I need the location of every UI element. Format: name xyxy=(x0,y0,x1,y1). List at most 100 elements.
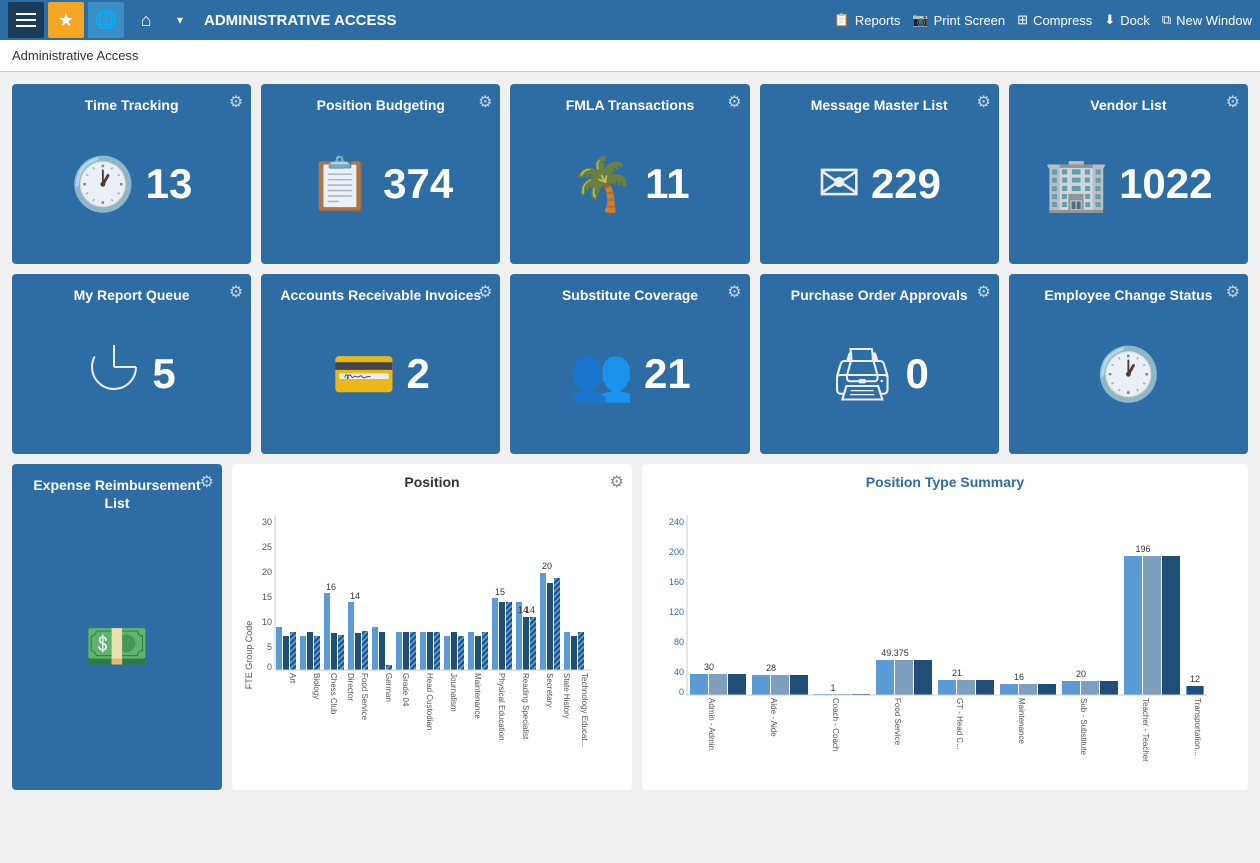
svg-text:120: 120 xyxy=(669,607,684,617)
svg-text:Maintenance: Maintenance xyxy=(1017,698,1026,744)
clock-icon: 🕐 xyxy=(71,154,136,215)
tile-count: 374 xyxy=(383,160,453,208)
new-window-button[interactable]: ⧉ New Window xyxy=(1162,12,1252,28)
compress-icon: ⊞ xyxy=(1017,12,1028,28)
svg-text:240: 240 xyxy=(669,517,684,527)
svg-text:160: 160 xyxy=(669,577,684,587)
tile-title: Purchase Order Approvals xyxy=(772,286,987,304)
tile-vendor-list[interactable]: ⚙ Vendor List 🏢 1022 xyxy=(1009,84,1248,264)
gear-icon[interactable]: ⚙ xyxy=(976,282,990,302)
svg-text:Biology: Biology xyxy=(312,673,321,699)
svg-text:10: 10 xyxy=(262,617,272,627)
tile-message-master-list[interactable]: ⚙ Message Master List ✉ 229 xyxy=(760,84,999,264)
svg-text:Teacher - Teacher: Teacher - Teacher xyxy=(1141,698,1150,762)
tile-content: ✉ 229 xyxy=(772,114,987,254)
tile-accounts-receivable[interactable]: ⚙ Accounts Receivable Invoices 💳 2 xyxy=(261,274,500,454)
tile-position-budgeting[interactable]: ⚙ Position Budgeting 📋 374 xyxy=(261,84,500,264)
gear-icon[interactable]: ⚙ xyxy=(1226,92,1240,112)
dock-button[interactable]: ⬇ Dock xyxy=(1104,12,1150,28)
tile-content: 💳 2 xyxy=(273,304,488,444)
position-bar-chart: FTE Group Code 30 25 20 15 10 5 0 xyxy=(242,495,622,775)
document-icon: 📋 xyxy=(308,154,373,215)
gear-icon[interactable]: ⚙ xyxy=(200,472,214,492)
dock-icon: ⬇ xyxy=(1104,12,1115,28)
position-type-bar-chart: 240 200 160 120 80 40 0 30 28 xyxy=(652,495,1212,775)
svg-text:0: 0 xyxy=(679,687,684,697)
position-chart: Position ⚙ FTE Group Code 30 25 20 15 10… xyxy=(232,464,632,790)
tile-purchase-order-approvals[interactable]: ⚙ Purchase Order Approvals 🖨 0 xyxy=(760,274,999,454)
svg-text:14: 14 xyxy=(525,605,535,615)
tile-title: My Report Queue xyxy=(24,286,239,304)
tile-expense-reimbursement[interactable]: ⚙ Expense Reimbursement List 💵 xyxy=(12,464,222,790)
tile-title: Substitute Coverage xyxy=(522,286,737,304)
page-title: ADMINISTRATIVE ACCESS xyxy=(204,12,830,29)
gear-icon[interactable]: ⚙ xyxy=(229,282,243,302)
invoice-icon: 💳 xyxy=(332,344,397,405)
svg-text:200: 200 xyxy=(669,547,684,557)
compress-button[interactable]: ⊞ Compress xyxy=(1017,12,1092,28)
building-icon: 🏢 xyxy=(1044,154,1109,215)
tile-content: 🏢 1022 xyxy=(1021,114,1236,254)
globe-button[interactable]: 🌐 xyxy=(88,2,124,38)
svg-text:Physical Education: Physical Education xyxy=(497,673,506,741)
svg-text:16: 16 xyxy=(1014,672,1024,682)
gear-icon[interactable]: ⚙ xyxy=(727,282,741,302)
tile-my-report-queue[interactable]: ⚙ My Report Queue 5 xyxy=(12,274,251,454)
topbar: ★ 🌐 ⌂ ▾ ADMINISTRATIVE ACCESS 📋 Reports … xyxy=(0,0,1260,40)
gear-icon[interactable]: ⚙ xyxy=(727,92,741,112)
svg-text:Secretary: Secretary xyxy=(545,673,554,707)
svg-text:15: 15 xyxy=(495,587,505,597)
svg-text:Maintenance: Maintenance xyxy=(473,673,482,719)
svg-text:Grade 04: Grade 04 xyxy=(401,673,410,707)
tile-employee-change-status[interactable]: ⚙ Employee Change Status 🕐 xyxy=(1009,274,1248,454)
topbar-actions: 📋 Reports 📷 Print Screen ⊞ Compress ⬇ Do… xyxy=(834,12,1252,28)
tile-content: 🌴 11 xyxy=(522,114,737,254)
tile-substitute-coverage[interactable]: ⚙ Substitute Coverage 👥 21 xyxy=(510,274,749,454)
tile-time-tracking[interactable]: ⚙ Time Tracking 🕐 13 xyxy=(12,84,251,264)
new-window-icon: ⧉ xyxy=(1162,12,1171,28)
pie-chart-icon xyxy=(87,340,142,408)
print-screen-button[interactable]: 📷 Print Screen xyxy=(912,12,1005,28)
reports-button[interactable]: 📋 Reports xyxy=(834,12,901,28)
favorites-button[interactable]: ★ xyxy=(48,2,84,38)
tile-count: 2 xyxy=(407,350,430,398)
svg-text:Admin - Admin: Admin - Admin xyxy=(707,698,716,750)
tiles-row-1: ⚙ Time Tracking 🕐 13 ⚙ Position Budgetin… xyxy=(12,84,1248,264)
tiles-row-2: ⚙ My Report Queue 5 ⚙ Accounts Receivabl… xyxy=(12,274,1248,454)
tile-content: 5 xyxy=(24,304,239,444)
clock-icon: 🕐 xyxy=(1096,344,1161,405)
gear-icon[interactable]: ⚙ xyxy=(229,92,243,112)
tile-count: 1022 xyxy=(1119,160,1212,208)
tile-title: Accounts Receivable Invoices xyxy=(273,286,488,304)
svg-text:30: 30 xyxy=(262,517,272,527)
svg-text:5: 5 xyxy=(267,642,272,652)
gear-icon[interactable]: ⚙ xyxy=(610,472,624,492)
svg-text:Food Service: Food Service xyxy=(360,673,369,721)
tile-fmla-transactions[interactable]: ⚙ FMLA Transactions 🌴 11 xyxy=(510,84,749,264)
money-icon: 💵 xyxy=(85,616,150,677)
dashboard: ⚙ Time Tracking 🕐 13 ⚙ Position Budgetin… xyxy=(0,72,1260,802)
reports-icon: 📋 xyxy=(834,12,850,28)
svg-text:Journalism: Journalism xyxy=(449,673,458,712)
gear-icon[interactable]: ⚙ xyxy=(976,92,990,112)
gear-icon[interactable]: ⚙ xyxy=(478,92,492,112)
nav-dropdown-button[interactable]: ▾ xyxy=(168,2,192,38)
gear-icon[interactable]: ⚙ xyxy=(478,282,492,302)
tile-count: 21 xyxy=(644,350,691,398)
tile-title: Time Tracking xyxy=(24,96,239,114)
svg-text:FTE Group Code: FTE Group Code xyxy=(244,621,254,690)
tile-title: FMLA Transactions xyxy=(522,96,737,114)
home-button[interactable]: ⌂ xyxy=(128,2,164,38)
printer-icon: 🖨 xyxy=(830,344,896,405)
hamburger-menu-button[interactable] xyxy=(8,2,44,38)
svg-text:Art: Art xyxy=(288,673,297,684)
envelope-icon: ✉ xyxy=(817,154,861,214)
svg-text:Transportation...: Transportation... xyxy=(1193,698,1202,756)
svg-text:Reading Specialist: Reading Specialist xyxy=(521,673,530,740)
tile-content: 📋 374 xyxy=(273,114,488,254)
gear-icon[interactable]: ⚙ xyxy=(1226,282,1240,302)
tile-title: Message Master List xyxy=(772,96,987,114)
tile-content: 🕐 xyxy=(1021,304,1236,444)
svg-text:GT - Head C...: GT - Head C... xyxy=(955,698,964,750)
position-chart-title: Position xyxy=(242,474,622,490)
